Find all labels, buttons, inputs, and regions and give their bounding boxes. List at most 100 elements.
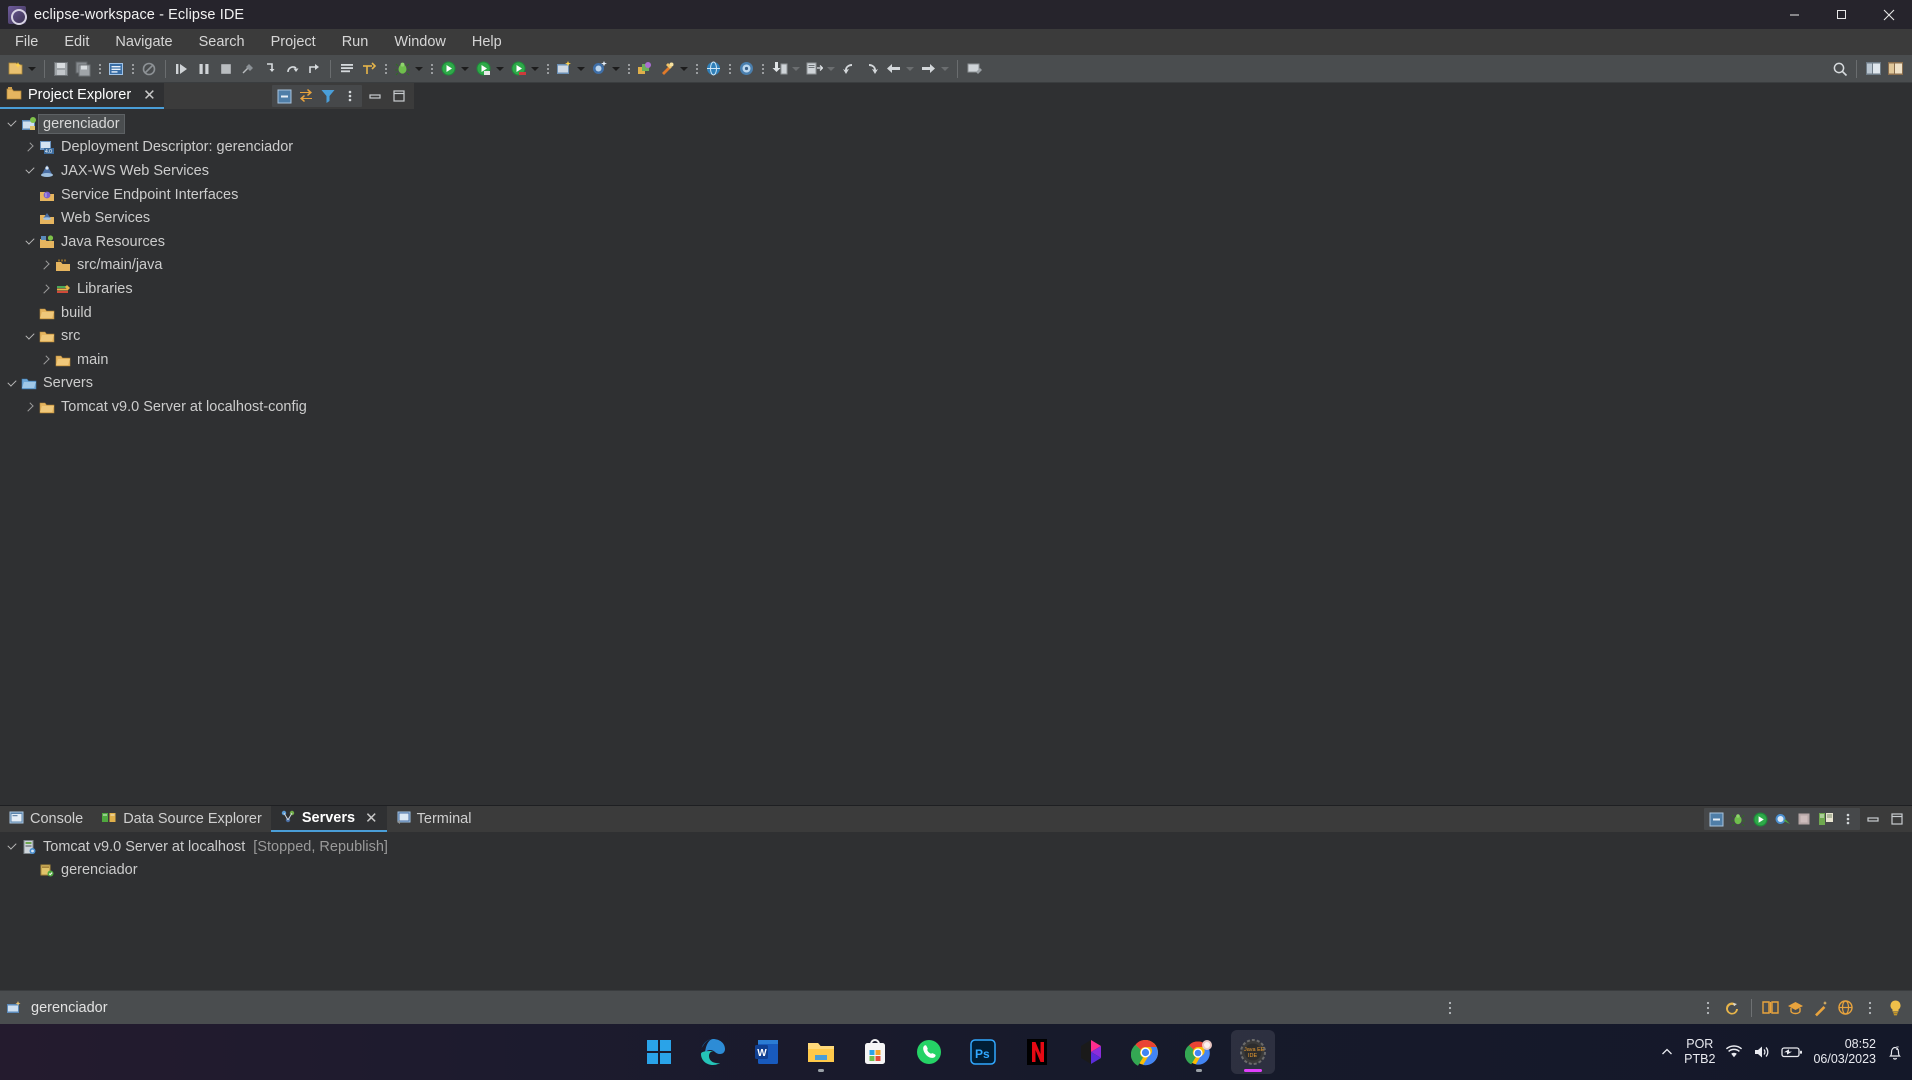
microsoft-edge-icon[interactable] — [691, 1030, 735, 1074]
menu-window[interactable]: Window — [381, 30, 459, 54]
publish-server-icon[interactable] — [1815, 808, 1837, 830]
tab-data-source-explorer[interactable]: Data Source Explorer — [92, 806, 271, 832]
undo-history-icon[interactable] — [1722, 997, 1744, 1019]
debug-icon[interactable] — [392, 59, 412, 79]
import-dropdown[interactable] — [790, 59, 801, 79]
maximize-view-icon[interactable] — [388, 85, 410, 107]
chevron-down-icon[interactable] — [22, 234, 38, 250]
coverage-icon[interactable] — [508, 59, 528, 79]
wifi-icon[interactable] — [1725, 1044, 1743, 1060]
open-book-icon[interactable] — [1759, 997, 1781, 1019]
run-as-dropdown[interactable] — [494, 59, 505, 79]
tree-item-tomcat-config[interactable]: Tomcat v9.0 Server at localhost-config — [0, 395, 414, 419]
servers-list[interactable]: Tomcat v9.0 Server at localhost [Stopped… — [0, 832, 1912, 990]
profile-server-icon[interactable] — [1771, 808, 1793, 830]
menu-project[interactable]: Project — [258, 30, 329, 54]
step-over-icon[interactable] — [282, 59, 302, 79]
forward-dropdown[interactable] — [939, 59, 950, 79]
microsoft-store-icon[interactable] — [853, 1030, 897, 1074]
open-javaee-perspective-icon[interactable] — [1885, 59, 1905, 79]
chevron-down-icon[interactable] — [4, 375, 20, 391]
import-icon[interactable] — [769, 59, 789, 79]
menu-navigate[interactable]: Navigate — [102, 30, 185, 54]
debug-server-icon[interactable] — [1727, 808, 1749, 830]
run-dropdown[interactable] — [459, 59, 470, 79]
server-row-tomcat[interactable]: Tomcat v9.0 Server at localhost [Stopped… — [0, 835, 1912, 859]
tips-and-tricks-icon[interactable] — [1884, 997, 1906, 1019]
export-dropdown[interactable] — [825, 59, 836, 79]
server-row-module[interactable]: gerenciador — [0, 859, 1912, 883]
tree-item-libraries[interactable]: Libraries — [0, 277, 414, 301]
new-class-icon[interactable] — [589, 59, 609, 79]
forward-icon[interactable] — [918, 59, 938, 79]
tree-item-main[interactable]: main — [0, 348, 414, 372]
open-task-icon[interactable] — [736, 59, 756, 79]
collapse-all-icon[interactable] — [273, 85, 295, 107]
new-class-dropdown[interactable] — [610, 59, 621, 79]
tree-item-servers[interactable]: Servers — [0, 372, 414, 396]
link-with-editor-icon[interactable] — [295, 85, 317, 107]
tree-item-build[interactable]: build — [0, 301, 414, 325]
minimize-view-icon[interactable] — [364, 85, 386, 107]
close-icon[interactable]: ✕ — [143, 88, 156, 103]
whatsapp-icon[interactable] — [907, 1030, 951, 1074]
step-into-icon[interactable] — [260, 59, 280, 79]
search-icon-toolbar[interactable] — [657, 59, 677, 79]
view-menu-icon[interactable] — [1859, 997, 1881, 1019]
netflix-icon[interactable] — [1015, 1030, 1059, 1074]
minimize-button[interactable] — [1771, 0, 1818, 29]
toggle-breakpoints-icon[interactable] — [337, 59, 357, 79]
next-annotation-icon[interactable] — [861, 59, 881, 79]
minimize-view-icon[interactable] — [1862, 808, 1884, 830]
tab-console[interactable]: Console — [0, 806, 92, 832]
tree-item-deployment-descriptor[interactable]: 4.0 Deployment Descriptor: gerenciador — [0, 136, 414, 160]
figma-icon[interactable] — [1069, 1030, 1113, 1074]
tree-item-gerenciador[interactable]: gerenciador — [0, 112, 414, 136]
photoshop-icon[interactable]: Ps — [961, 1030, 1005, 1074]
web-resources-icon[interactable] — [1834, 997, 1856, 1019]
battery-icon[interactable] — [1781, 1045, 1803, 1059]
chevron-up-icon[interactable] — [1660, 1045, 1674, 1059]
disconnect-icon[interactable] — [238, 59, 258, 79]
open-java-perspective-icon[interactable] — [1863, 59, 1883, 79]
chevron-right-icon[interactable] — [38, 281, 54, 297]
start-button-icon[interactable] — [637, 1030, 681, 1074]
search-dropdown[interactable] — [678, 59, 689, 79]
run-icon[interactable] — [438, 59, 458, 79]
stop-server-icon[interactable] — [1793, 808, 1815, 830]
menu-run[interactable]: Run — [329, 30, 382, 54]
run-as-icon[interactable] — [473, 59, 493, 79]
tree-item-web-services[interactable]: Web Services — [0, 206, 414, 230]
google-chrome-icon[interactable] — [1123, 1030, 1167, 1074]
save-icon[interactable] — [51, 59, 71, 79]
menu-edit[interactable]: Edit — [51, 30, 102, 54]
tree-item-service-endpoint-interfaces[interactable]: I Service Endpoint Interfaces — [0, 183, 414, 207]
open-web-browser-icon[interactable] — [703, 59, 723, 79]
close-icon[interactable]: ✕ — [365, 811, 378, 826]
maximize-button[interactable] — [1818, 0, 1865, 29]
chevron-right-icon[interactable] — [22, 139, 38, 155]
view-menu-icon[interactable] — [1697, 997, 1719, 1019]
terminate-icon[interactable] — [216, 59, 236, 79]
maximize-view-icon[interactable] — [1886, 808, 1908, 830]
chevron-down-icon[interactable] — [22, 163, 38, 179]
resume-icon[interactable] — [172, 59, 192, 79]
menu-search[interactable]: Search — [186, 30, 258, 54]
tree-item-java-resources[interactable]: Java Resources — [0, 230, 414, 254]
step-return-icon[interactable] — [304, 59, 324, 79]
menu-help[interactable]: Help — [459, 30, 515, 54]
tree-item-jax-ws-web-services[interactable]: JAX-WS Web Services — [0, 159, 414, 183]
chevron-right-icon[interactable] — [22, 399, 38, 415]
microsoft-word-icon[interactable]: W — [745, 1030, 789, 1074]
tutorials-icon[interactable] — [1784, 997, 1806, 1019]
chrome-secondary-icon[interactable] — [1177, 1030, 1221, 1074]
tab-servers[interactable]: Servers ✕ — [270, 806, 387, 832]
close-button[interactable] — [1865, 0, 1912, 29]
collapse-all-icon[interactable] — [1705, 808, 1727, 830]
chevron-right-icon[interactable] — [38, 352, 54, 368]
view-menu-icon[interactable] — [339, 85, 361, 107]
back-dropdown[interactable] — [904, 59, 915, 79]
new-java-project-icon[interactable] — [554, 59, 574, 79]
debug-dropdown[interactable] — [413, 59, 424, 79]
coverage-dropdown[interactable] — [529, 59, 540, 79]
